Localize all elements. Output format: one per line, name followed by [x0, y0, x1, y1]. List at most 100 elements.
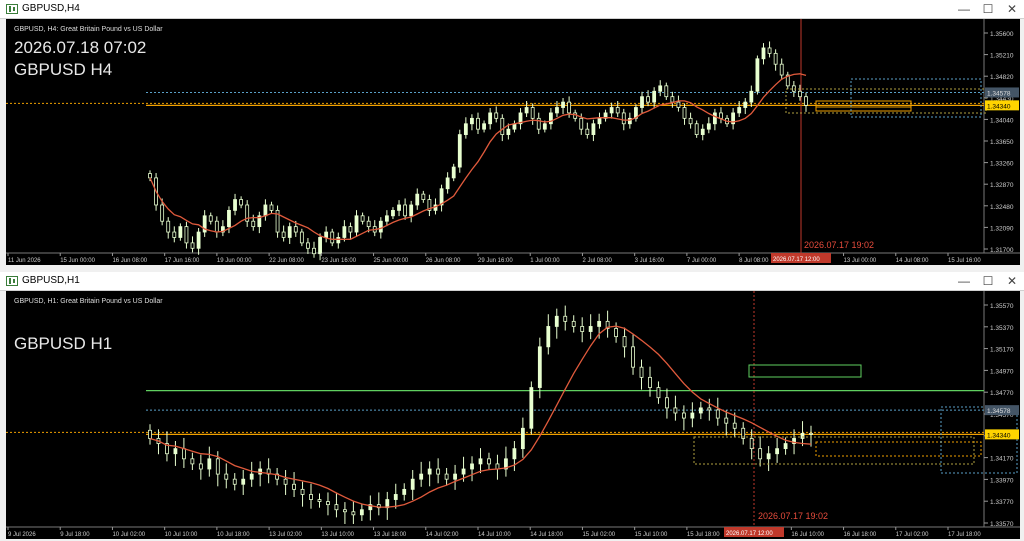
candle-body[interactable]: [588, 326, 593, 332]
candle-body[interactable]: [755, 58, 760, 92]
candle-body[interactable]: [676, 101, 681, 108]
candle-body[interactable]: [476, 117, 480, 130]
zone-rectangle[interactable]: [815, 106, 912, 112]
candle-body[interactable]: [719, 112, 723, 119]
candle-body[interactable]: [403, 204, 408, 217]
candle-body[interactable]: [579, 117, 584, 130]
candle-body[interactable]: [419, 473, 424, 480]
candle-body[interactable]: [172, 231, 177, 238]
candle-body[interactable]: [506, 128, 511, 135]
candle-body[interactable]: [300, 488, 305, 495]
price-chart-h4[interactable]: 1.356001.352101.348201.344301.340401.336…: [6, 19, 1020, 265]
candle-body[interactable]: [258, 468, 263, 475]
candle-body[interactable]: [306, 242, 310, 249]
candle-body[interactable]: [421, 193, 426, 200]
candle-body[interactable]: [567, 101, 572, 114]
candle-body[interactable]: [334, 504, 339, 511]
candle-body[interactable]: [263, 204, 268, 217]
candle-body[interactable]: [621, 112, 626, 125]
candle-body[interactable]: [571, 320, 576, 327]
candle-body[interactable]: [591, 123, 596, 135]
candle-body[interactable]: [706, 123, 711, 130]
candle-body[interactable]: [698, 407, 703, 414]
candle-body[interactable]: [670, 96, 675, 103]
candle-body[interactable]: [444, 473, 449, 480]
candle-body[interactable]: [631, 346, 635, 368]
candle-body[interactable]: [148, 173, 152, 179]
candle-body[interactable]: [775, 448, 780, 455]
candle-body[interactable]: [215, 458, 220, 475]
candle-body[interactable]: [198, 463, 203, 470]
candle-body[interactable]: [656, 387, 661, 399]
candle-body[interactable]: [292, 483, 296, 490]
candle-body[interactable]: [348, 226, 353, 233]
candle-body[interactable]: [360, 215, 365, 222]
candle-body[interactable]: [342, 226, 347, 238]
candle-body[interactable]: [512, 448, 517, 460]
candle-body[interactable]: [309, 494, 313, 500]
candle-body[interactable]: [766, 453, 771, 460]
candle-body[interactable]: [359, 509, 364, 516]
candle-body[interactable]: [639, 366, 644, 378]
candle-body[interactable]: [366, 220, 371, 228]
candle-body[interactable]: [173, 448, 178, 455]
minimize-button[interactable]: —: [956, 1, 972, 17]
candle-body[interactable]: [330, 231, 335, 244]
candle-body[interactable]: [391, 209, 395, 217]
candle-body[interactable]: [378, 220, 383, 233]
candle-body[interactable]: [749, 90, 754, 103]
candle-body[interactable]: [393, 494, 398, 500]
candle-body[interactable]: [232, 478, 237, 485]
candle-body[interactable]: [800, 432, 805, 439]
candle-body[interactable]: [767, 47, 772, 54]
candle-body[interactable]: [682, 107, 687, 119]
candle-body[interactable]: [181, 448, 186, 460]
candle-body[interactable]: [269, 204, 274, 211]
candle-body[interactable]: [241, 478, 246, 485]
chart-window-h4[interactable]: GBPUSD,H4 — ☐ ✕ 1.35600 1.35210 1.34820 1.3…: [0, 0, 1024, 268]
candle-body[interactable]: [529, 387, 534, 429]
candle-body[interactable]: [712, 112, 717, 125]
candle-body[interactable]: [227, 209, 231, 228]
candle-body[interactable]: [427, 468, 432, 475]
candle-body[interactable]: [317, 499, 322, 502]
window-titlebar[interactable]: GBPUSD,H4 — ☐ ✕: [0, 0, 1024, 19]
close-button[interactable]: ✕: [1004, 273, 1020, 289]
candle-body[interactable]: [343, 509, 347, 513]
candle-body[interactable]: [561, 101, 565, 108]
candle-body[interactable]: [749, 438, 754, 450]
candle-body[interactable]: [563, 315, 568, 322]
candle-body[interactable]: [208, 215, 213, 222]
candle-body[interactable]: [249, 473, 254, 480]
candle-body[interactable]: [688, 117, 693, 125]
chart-canvas[interactable]: 1.35600 1.35210 1.34820 1.34430 1.34040 1.336…: [6, 19, 1020, 265]
candle-body[interactable]: [665, 397, 669, 409]
candle-body[interactable]: [809, 432, 813, 435]
zone-rectangle[interactable]: [815, 100, 912, 108]
maximize-button[interactable]: ☐: [980, 1, 996, 17]
candle-body[interactable]: [537, 346, 542, 388]
candle-body[interactable]: [779, 63, 784, 76]
candle-body[interactable]: [251, 220, 256, 228]
candle-body[interactable]: [622, 336, 627, 348]
candle-body[interactable]: [451, 166, 456, 179]
candle-body[interactable]: [487, 458, 491, 465]
candle-body[interactable]: [326, 501, 330, 506]
candle-body[interactable]: [384, 215, 389, 222]
candle-body[interactable]: [690, 412, 695, 419]
candle-body[interactable]: [415, 193, 420, 206]
candle-body[interactable]: [652, 90, 657, 103]
candle-body[interactable]: [463, 123, 468, 135]
candle-body[interactable]: [530, 107, 535, 119]
candle-body[interactable]: [354, 215, 359, 233]
candle-body[interactable]: [445, 177, 450, 190]
candle-body[interactable]: [166, 220, 171, 233]
candle-body[interactable]: [402, 488, 407, 495]
candle-body[interactable]: [664, 85, 669, 98]
candle-body[interactable]: [520, 427, 525, 450]
candle-body[interactable]: [500, 117, 505, 135]
candle-body[interactable]: [470, 463, 474, 470]
candle-body[interactable]: [488, 112, 493, 125]
maximize-button[interactable]: ☐: [980, 273, 996, 289]
chart-window-h1[interactable]: GBPUSD,H1 — ☐ ✕ 1.35570 1.35370 1.35170 1.3…: [0, 272, 1024, 541]
